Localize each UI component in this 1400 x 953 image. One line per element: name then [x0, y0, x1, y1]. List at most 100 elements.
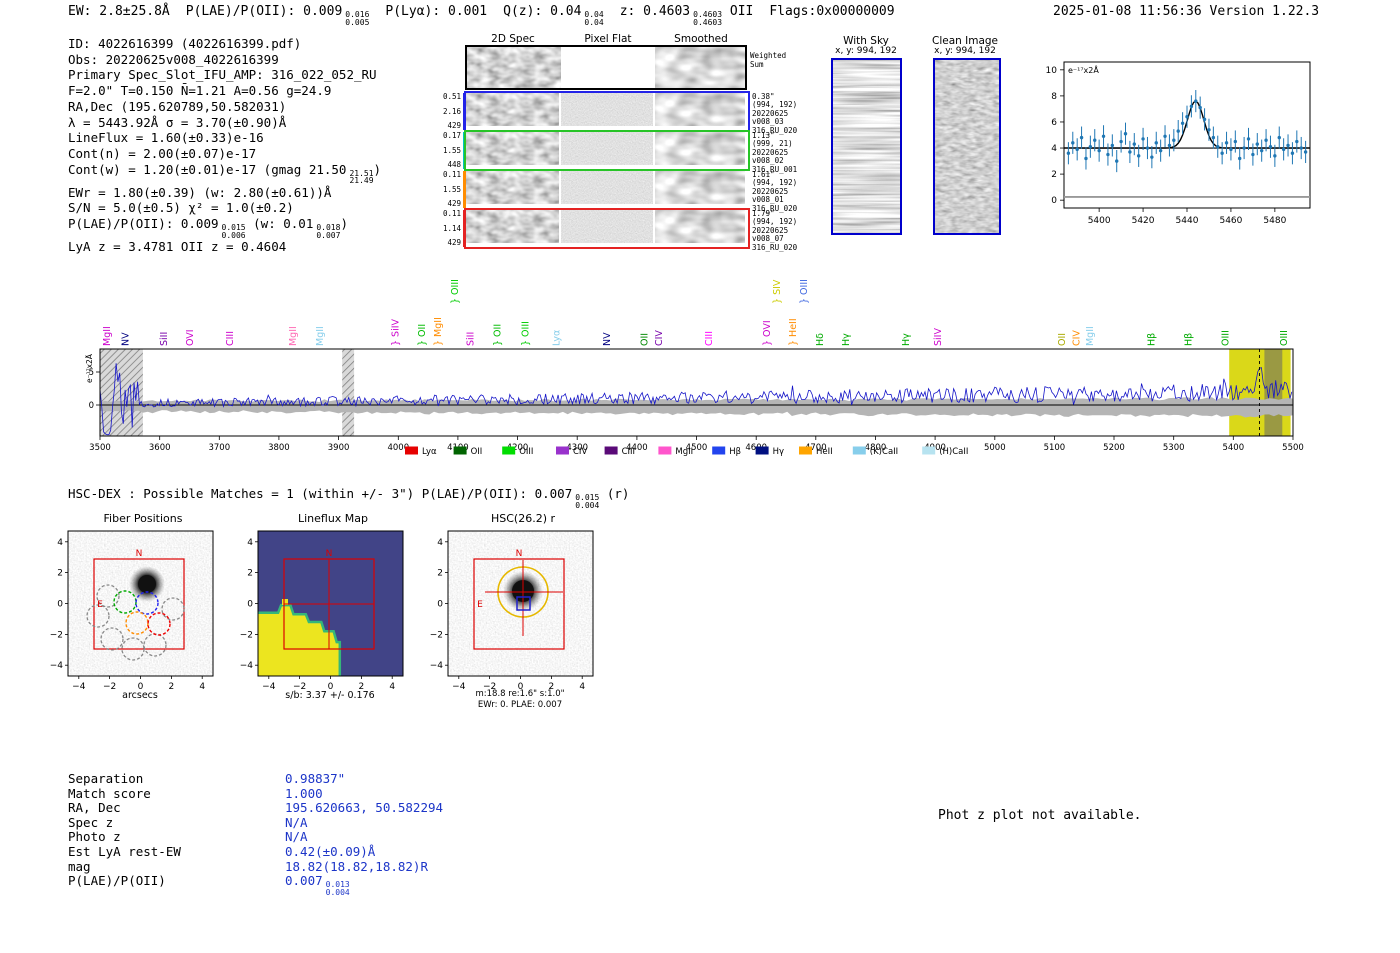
north-label: N — [326, 549, 333, 559]
header-line: EW: 2.8±25.8Å P(LAE)/P(OII): 0.009 0.016 0.… — [68, 4, 895, 26]
svg-text:8: 8 — [1051, 92, 1057, 102]
header-qz-lo: 0.04 — [584, 17, 604, 27]
svg-text:5480: 5480 — [1263, 216, 1286, 226]
svg-text:3900: 3900 — [328, 443, 350, 453]
row-smoothed-image — [655, 132, 745, 165]
hscdex-line: HSC-DEX : Possible Matches = 1 (within +… — [68, 486, 629, 509]
full-spectrum-plot: 3500360037003800390040004100420043004400… — [85, 279, 1304, 457]
fiber-xlabel: arcsecs — [122, 690, 158, 701]
svg-text:NV: NV — [121, 332, 132, 346]
svg-text:−2: −2 — [50, 630, 63, 640]
north-label: N — [136, 549, 143, 559]
svg-text:Hβ: Hβ — [1184, 333, 1195, 346]
info-lineflux: LineFlux = 1.60(±0.33)e-16 — [68, 130, 264, 146]
row-smoothed-image — [655, 210, 745, 243]
weighted-smoothed-image — [655, 47, 745, 88]
svg-text:Hβ: Hβ — [729, 447, 741, 457]
row-weight: 0.51 — [443, 92, 462, 101]
info-plae-a: P(LAE)/P(OII): 0.009 — [68, 216, 219, 232]
svg-text:5200: 5200 — [1103, 443, 1125, 453]
svg-text:OII: OII — [471, 447, 483, 457]
svg-text:OVI: OVI — [185, 329, 196, 346]
svg-text:2: 2 — [169, 682, 175, 692]
info-plae-c: ) — [340, 216, 348, 232]
info-contw-b: ) — [373, 161, 382, 177]
svg-text:SiII: SiII — [465, 332, 476, 346]
info-contw-range: 21.51 21.49 — [349, 169, 374, 186]
svg-text:−4: −4 — [240, 661, 254, 671]
info-lambda: λ = 5443.92Å σ = 3.70(±0.90)Å — [68, 114, 287, 130]
svg-text:CIV: CIV — [573, 447, 587, 457]
header-datetime: 2025-01-08 11:56:36 — [1053, 4, 1202, 19]
info-sn: S/N = 5.0(±0.5) χ² = 1.0(±0.2) — [68, 200, 294, 216]
clean-coords: x, y: 994, 192 — [934, 46, 996, 56]
info-plae-b: (w: 0.01 — [253, 216, 314, 232]
svg-text:5400: 5400 — [1222, 443, 1244, 453]
match-value-range: 0.013 0.004 — [325, 880, 350, 897]
info-plae: P(LAE)/P(OII): 0.009 0.015 0.006 (w: 0.01 0… — [68, 216, 381, 239]
row-strips — [464, 130, 750, 171]
hscdex-range: 0.015 0.004 — [575, 494, 599, 509]
match-value: 0.42(±0.09)Å — [285, 843, 376, 859]
svg-text:2: 2 — [437, 569, 443, 579]
svg-text:3500: 3500 — [89, 443, 111, 453]
info-contn: Cont(n) = 2.00(±0.07)e-17 — [68, 145, 257, 161]
svg-text:e⁻¹⁷x2Å: e⁻¹⁷x2Å — [85, 353, 94, 383]
svg-text:0: 0 — [1051, 196, 1057, 206]
row-weights: 0.17 1.55 448 — [443, 131, 462, 169]
lineflux-caption: s/b: 3.37 +/- 0.176 — [285, 690, 374, 701]
match-label: P(LAE)/P(OII) — [68, 873, 166, 889]
spec2d-row: 0.51 2.16 429 0.38" (994, 192) 20220625 v008_… — [443, 91, 797, 135]
fiber-positions-plot: −4−4−2−2002244 N E arcsecs — [50, 530, 214, 701]
header-plae-lo: 0.005 — [345, 17, 370, 27]
col-header-pixelflat: Pixel Flat — [584, 33, 632, 45]
info-zline: LyA z = 3.4781 OII z = 0.4604 — [68, 239, 287, 255]
svg-text:0: 0 — [89, 401, 94, 411]
weighted-sum-label: Weighted Sum — [750, 51, 786, 69]
svg-text:4: 4 — [199, 682, 205, 692]
svg-text:−4: −4 — [262, 682, 276, 692]
match-value: 18.82(18.82,18.82)R — [285, 858, 428, 874]
spec2d-row: 0.17 1.55 448 1.13" (999, 21) 20220625 v008_0… — [443, 130, 797, 174]
svg-text:} SiIV: } SiIV — [390, 318, 401, 346]
svg-text:4: 4 — [579, 682, 585, 692]
svg-text:5460: 5460 — [1219, 216, 1242, 226]
row-2dspec-image — [466, 210, 559, 243]
weighted-sum-label-2: Sum — [750, 59, 764, 69]
svg-text:SiIV: SiIV — [933, 328, 944, 346]
svg-text:5300: 5300 — [1163, 443, 1185, 453]
spec2d-row: 0.11 1.55 429 1.61" (994, 192) 20220625 v008_… — [443, 170, 797, 212]
match-label: Match score — [68, 785, 151, 801]
svg-text:4: 4 — [1051, 144, 1057, 154]
row-smoothed-image — [655, 93, 745, 126]
svg-text:Lyα: Lyα — [551, 330, 562, 346]
svg-text:3800: 3800 — [268, 443, 290, 453]
info-contw-lo: 21.49 — [349, 176, 374, 186]
info-plae-lo: 0.006 — [221, 230, 246, 240]
svg-text:Hγ: Hγ — [841, 333, 852, 346]
match-table: Separation 0.98837" Match score 1.000 RA, … — [68, 771, 443, 897]
svg-text:−2: −2 — [103, 682, 116, 692]
hsc-caption-2: EWr: 0. PLAE: 0.007 — [478, 700, 562, 710]
svg-text:OIII: OIII — [1279, 330, 1290, 346]
row-pixelflat-image — [561, 210, 653, 243]
spec2d-row: 0.11 1.14 429 1.79" (994, 192) 20220625 v008_… — [443, 208, 797, 252]
withsky-coords: x, y: 994, 192 — [835, 46, 897, 56]
svg-text:5000: 5000 — [984, 443, 1006, 453]
svg-text:MgII: MgII — [315, 326, 326, 346]
match-value: 1.000 — [285, 785, 323, 801]
svg-text:5400: 5400 — [1088, 216, 1111, 226]
svg-text:} OII: } OII — [492, 324, 503, 346]
svg-text:OII: OII — [1057, 333, 1068, 346]
svg-text:Hγ: Hγ — [901, 333, 912, 346]
svg-text:4: 4 — [437, 538, 443, 548]
lineflux-map-title: Lineflux Map — [297, 512, 369, 525]
svg-text:−4: −4 — [430, 661, 444, 671]
svg-text:Hβ: Hβ — [1147, 333, 1158, 346]
row-weights: 0.11 1.14 429 — [443, 209, 462, 247]
svg-text:0: 0 — [57, 600, 63, 610]
svg-text:2: 2 — [57, 569, 63, 579]
hsc-cutout-plot: −4−4−2−2002244 N E m:18.8 re:1.6" s:1.0"… — [430, 530, 594, 710]
svg-text:} OIII: } OIII — [520, 321, 531, 346]
match-label: Spec z — [68, 814, 114, 830]
